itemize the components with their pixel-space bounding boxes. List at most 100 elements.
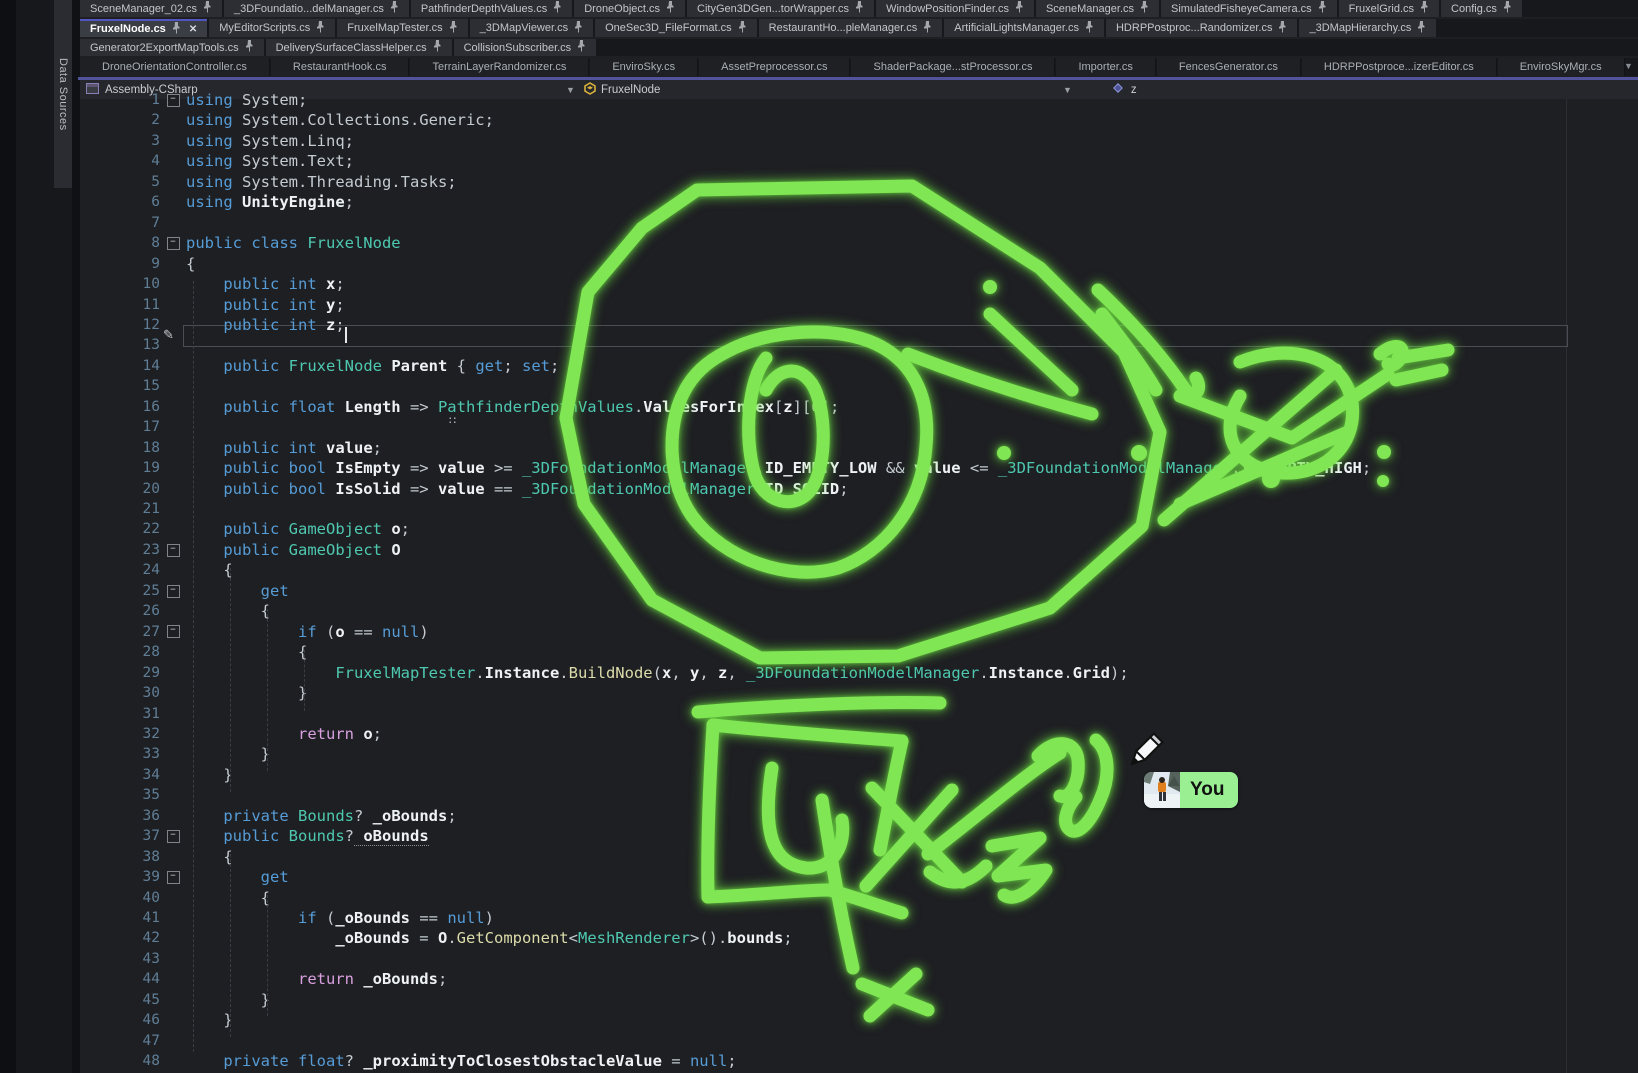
code-line[interactable]: 29 FruxelMapTester.Instance.BuildNode(x,… (80, 662, 1129, 683)
line-number: 17 (80, 417, 160, 437)
code-line[interactable]: 3using System.Linq; (80, 131, 354, 152)
code-text: using System.Collections.Generic; (186, 110, 494, 130)
code-line[interactable]: 26 { (80, 601, 270, 622)
code-text: public GameObject o; (186, 519, 410, 539)
line-number: 11 (80, 295, 160, 315)
code-line[interactable]: 45 } (80, 990, 270, 1011)
code-text: { (186, 642, 307, 662)
code-line[interactable]: 40 { (80, 887, 270, 908)
code-text: public FruxelNode Parent { get; set; } (186, 356, 578, 376)
code-line[interactable]: 15 (80, 376, 186, 397)
code-text: public int value; (186, 438, 382, 458)
code-text: public bool IsEmpty => value >= _3DFound… (186, 458, 1371, 478)
code-line[interactable]: 37− public Bounds? oBounds (80, 826, 429, 847)
code-line[interactable]: 4using System.Text; (80, 151, 354, 172)
line-number: 21 (80, 499, 160, 519)
code-line[interactable]: 35 (80, 785, 186, 806)
line-number: 26 (80, 601, 160, 621)
line-number: 2 (80, 110, 160, 130)
code-line[interactable]: 41 if (_oBounds == null) (80, 908, 494, 929)
code-line[interactable]: 6 using UnityEngine; (80, 192, 354, 213)
fold-collapse-icon[interactable]: − (167, 237, 180, 250)
gutter-edit-pencil-icon: ✎ (163, 327, 174, 343)
code-line[interactable]: 38 { (80, 846, 233, 867)
fold-collapse-icon[interactable]: − (167, 585, 180, 598)
code-line[interactable]: 42 _oBounds = O.GetComponent<MeshRendere… (80, 928, 793, 949)
code-line[interactable]: 18 public int value; (80, 437, 382, 458)
code-line[interactable]: 21 (80, 499, 186, 520)
line-number: 48 (80, 1051, 160, 1071)
code-line[interactable]: 20 public bool IsSolid => value == _3DFo… (80, 478, 849, 499)
code-line[interactable]: 34 } (80, 765, 233, 786)
line-number: 44 (80, 969, 160, 989)
code-line[interactable]: 33 } (80, 744, 270, 765)
line-number: 3 (80, 131, 160, 151)
line-number: 9 (80, 254, 160, 274)
line-number: 29 (80, 663, 160, 683)
indent-guide (267, 609, 268, 771)
line-number: 5 (80, 172, 160, 192)
line-number: 27 (80, 622, 160, 642)
code-line[interactable]: 17 (80, 417, 186, 438)
code-line[interactable]: 43 (80, 949, 186, 970)
fold-collapse-icon[interactable]: − (167, 830, 180, 843)
line-number: 46 (80, 1010, 160, 1030)
code-line[interactable]: 32 return o; (80, 724, 382, 745)
code-text: using System.Threading.Tasks; (186, 172, 457, 192)
code-line[interactable]: 11 public int y; (80, 294, 345, 315)
code-text: FruxelMapTester.Instance.BuildNode(x, y,… (186, 663, 1129, 683)
presenter-chip: You (1144, 772, 1238, 808)
code-line[interactable]: 44 return _oBounds; (80, 969, 447, 990)
code-line[interactable]: 27− if (o == null) (80, 621, 429, 642)
code-line[interactable]: 9{ (80, 253, 195, 274)
line-number: 19 (80, 458, 160, 478)
code-line[interactable]: 10 public int x; (80, 274, 345, 295)
code-line[interactable]: 7 (80, 212, 186, 233)
data-sources-panel-tab[interactable]: Data Sources (54, 0, 72, 188)
fold-collapse-icon[interactable]: − (167, 625, 180, 638)
line-number: 47 (80, 1031, 160, 1051)
code-line[interactable]: 2 using System.Collections.Generic; (80, 110, 494, 131)
code-line[interactable]: 22 public GameObject o; (80, 519, 410, 540)
code-line[interactable]: 31 (80, 703, 186, 724)
left-rail-edge (0, 0, 16, 1073)
code-text: return _oBounds; (186, 969, 447, 989)
code-line[interactable]: 5 using System.Threading.Tasks; (80, 172, 457, 193)
code-line[interactable]: 46 } (80, 1010, 233, 1031)
line-number: 18 (80, 438, 160, 458)
code-text: public int x; (186, 274, 345, 294)
fold-collapse-icon[interactable]: − (167, 94, 180, 107)
code-line[interactable]: 25− get (80, 581, 289, 602)
code-line[interactable]: 39− get (80, 867, 289, 888)
ide-window: Data Sources SceneManager_02.cs_3DFounda… (0, 0, 1638, 1073)
line-number: 23 (80, 540, 160, 560)
code-line[interactable]: 24 { (80, 560, 233, 581)
code-line[interactable]: 48 private float? _proximityToClosestObs… (80, 1051, 737, 1072)
line-number: 14 (80, 356, 160, 376)
fold-collapse-icon[interactable]: − (167, 871, 180, 884)
code-line[interactable]: 19 public bool IsEmpty => value >= _3DFo… (80, 458, 1371, 479)
ghost-dots-artifact: ∷ (449, 414, 457, 427)
indent-guide (230, 854, 231, 1037)
line-number: 4 (80, 151, 160, 171)
left-rail-seam (72, 0, 80, 1073)
code-line[interactable]: 8−public class FruxelNode (80, 233, 401, 254)
presenter-name: You (1180, 779, 1238, 801)
fold-collapse-icon[interactable]: − (167, 544, 180, 557)
code-line[interactable]: 14 public FruxelNode Parent { get; set; … (80, 356, 578, 377)
line-number: 31 (80, 704, 160, 724)
line-number: 7 (80, 213, 160, 233)
line-number: 6 (80, 192, 160, 212)
line-number: 32 (80, 724, 160, 744)
code-text: using UnityEngine; (186, 192, 354, 212)
code-line[interactable]: 36 private Bounds? _oBounds; (80, 806, 457, 827)
line-number: 40 (80, 888, 160, 908)
code-line[interactable]: 12 public int z; (80, 315, 345, 336)
line-number: 42 (80, 928, 160, 948)
indent-guide (230, 568, 231, 792)
code-text: public GameObject O (186, 540, 401, 560)
line-number: 15 (80, 376, 160, 396)
code-line[interactable]: 1−using System; (80, 90, 307, 111)
code-line[interactable]: 23− public GameObject O (80, 540, 401, 561)
code-line[interactable]: 47 (80, 1030, 186, 1051)
